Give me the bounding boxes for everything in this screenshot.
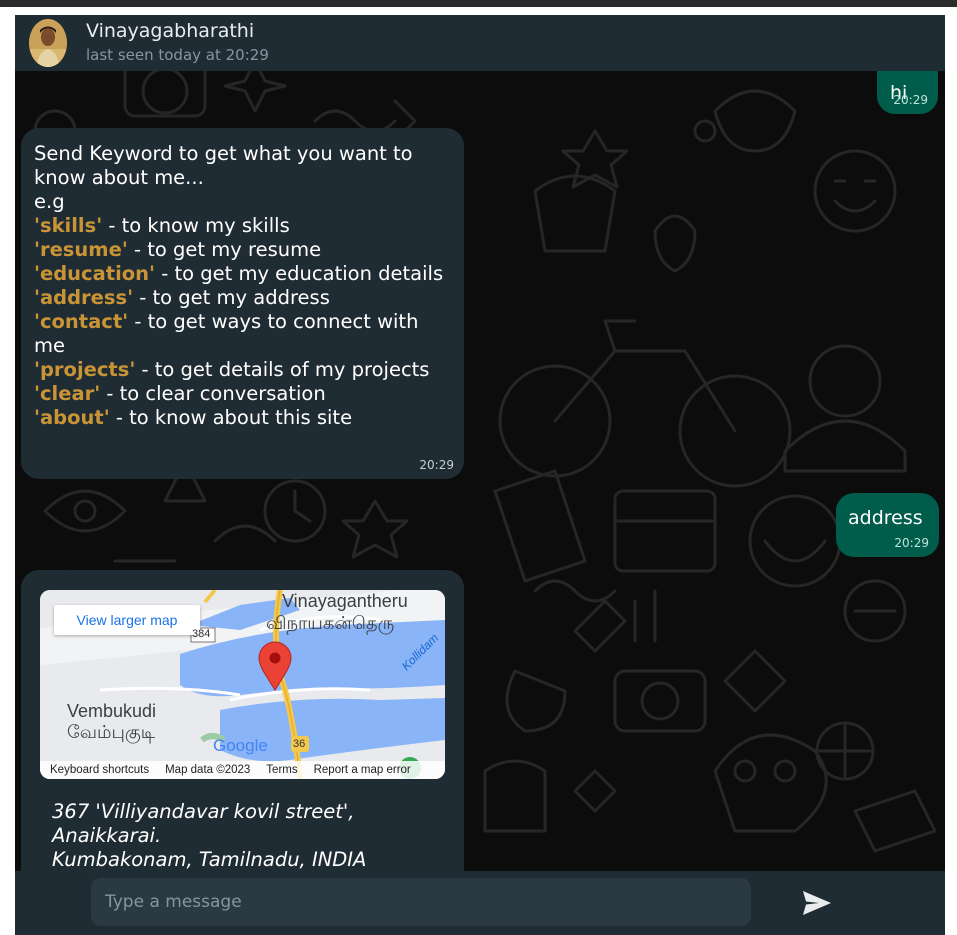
keyword-line-projects: 'projects' - to get details of my projec…: [34, 358, 430, 381]
message-incoming-keywords: Send Keyword to get what you want to kno…: [21, 128, 464, 479]
message-input[interactable]: [91, 878, 751, 926]
message-time: 20:29: [893, 93, 928, 107]
map-label-vinayagantheru: Vinayagantheru: [282, 591, 408, 611]
message-text: address: [848, 507, 923, 529]
keyword-line-contact: 'contact' - to get ways to connect with …: [34, 310, 419, 357]
map-label-vembukudi-tamil: வேம்புகுடி: [67, 722, 156, 743]
keyboard-shortcuts-link[interactable]: Keyboard shortcuts: [40, 764, 155, 776]
google-logo: Google: [213, 736, 268, 755]
report-map-error-link[interactable]: Report a map error: [304, 764, 417, 776]
map-footer: Keyboard shortcuts Map data ©2023 Terms …: [40, 761, 445, 779]
terms-link[interactable]: Terms: [256, 764, 303, 776]
message-incoming-address: View larger map Vinayagantheru விநாயகன்த…: [21, 570, 464, 890]
composer-bar: [15, 871, 945, 935]
contact-avatar[interactable]: [29, 19, 67, 67]
keyword-line-resume: 'resume' - to get my resume: [34, 238, 322, 261]
avatar-photo-icon: [29, 19, 67, 67]
chat-header: Vinayagabharathi last seen today at 20:2…: [15, 15, 945, 71]
keyword-line-about: 'about' - to know about this site: [34, 406, 353, 429]
keyword-line-education: 'education' - to get my education detail…: [34, 262, 444, 285]
map-label-vinayagantheru-tamil: விநாயகன்தெரு: [266, 613, 395, 634]
address-line-3: Kumbakonam, Tamilnadu, INDIA: [52, 848, 367, 871]
address-line-2: Anaikkarai.: [52, 824, 162, 847]
address-text: 367 'Villiyandavar kovil street', Anaikk…: [52, 800, 452, 872]
last-seen-status: last seen today at 20:29: [86, 46, 269, 64]
map-data-credit: Map data ©2023: [165, 764, 251, 776]
message-time: 20:29: [419, 458, 454, 472]
keyword-line-address: 'address' - to get my address: [34, 286, 330, 309]
intro-text: Send Keyword to get what you want to kno…: [34, 142, 413, 189]
keyword-line-skills: 'skills' - to know my skills: [34, 214, 290, 237]
contact-name: Vinayagabharathi: [86, 20, 255, 42]
map-road-36: 36: [293, 738, 306, 750]
address-line-1: 367 'Villiyandavar kovil street',: [52, 800, 355, 823]
example-label: e.g: [34, 190, 65, 213]
map-label-vembukudi: Vembukudi: [67, 701, 157, 721]
map-road-384: 384: [192, 628, 211, 640]
window-top-strip: [0, 0, 957, 7]
view-larger-map-link[interactable]: View larger map: [54, 605, 200, 635]
send-icon[interactable]: [801, 889, 833, 917]
message-time: 20:29: [894, 536, 929, 550]
keyword-line-clear: 'clear' - to clear conversation: [34, 382, 326, 405]
message-outgoing-address: address 20:29: [836, 493, 939, 557]
embedded-map[interactable]: View larger map Vinayagantheru விநாயகன்த…: [40, 590, 445, 779]
chat-window: Vinayagabharathi last seen today at 20:2…: [15, 15, 945, 935]
